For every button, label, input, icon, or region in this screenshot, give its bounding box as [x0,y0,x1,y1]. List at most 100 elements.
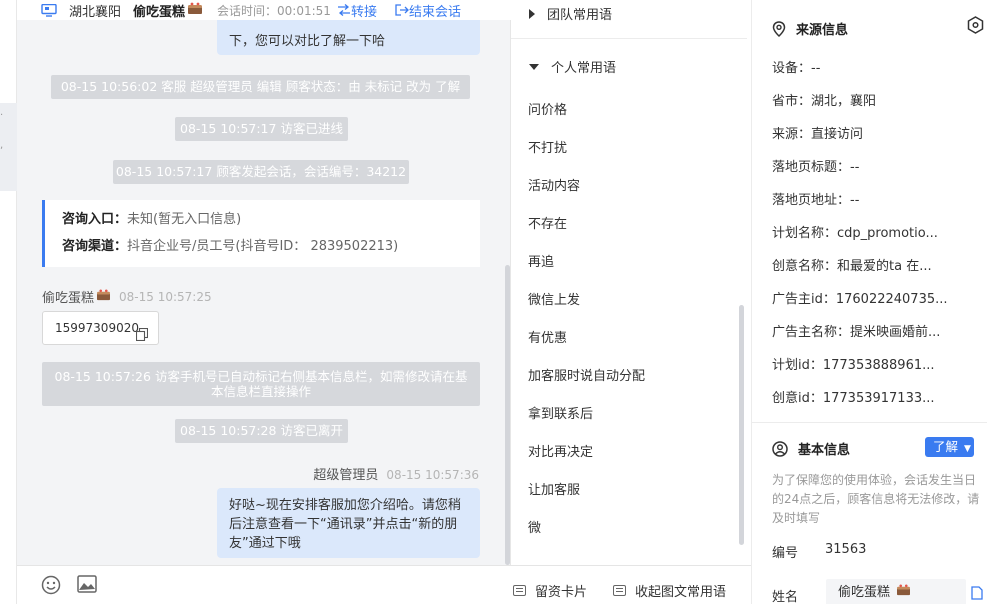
caret-down-icon [529,63,539,70]
phrase-item[interactable]: 微 [528,517,541,536]
copy-icon[interactable] [971,586,983,604]
phrase-item[interactable]: 不打扰 [528,137,567,156]
copy-icon[interactable] [135,321,149,342]
collapse-phrases-button[interactable]: 收起图文常用语 [613,581,726,600]
left-nav-mark-icon: , [0,140,4,151]
divider [511,38,747,39]
source-field-plan-id: 计划id：177353888961... [772,358,935,373]
left-nav-mark-icon: · [0,110,4,121]
system-message: 08-15 10:56:02 客服 超级管理员 编辑 顾客状态：由 未标记 改为… [51,75,470,99]
channel-value: 抖音企业号/员工号(抖音号ID： 2839502213) [127,239,399,254]
end-session-button[interactable]: 结束会话 [395,1,461,20]
entry-value: 未知(暂无入口信息) [127,212,242,227]
cake-emoji-icon [187,1,203,19]
customer-name-label: 姓名 [772,590,799,604]
chat-header: 湖北襄阳 偷吃蛋糕 会话时间：00:01:51 转接 结束会话 [17,0,511,20]
visitor-name: 偷吃蛋糕 [133,4,186,20]
exit-icon [395,4,409,16]
phrase-item[interactable]: 再追 [528,251,554,270]
system-message: 08-15 10:57:26 访客手机号已自动标记右侧基本信息栏，如需修改请在基… [42,362,480,406]
source-field-advertiser-id: 广告主id：176022240735... [772,292,948,307]
visitor-sender-line: 偷吃蛋糕 08-15 10:57:25 [42,287,212,306]
phrase-group-personal[interactable]: 个人常用语 [529,57,616,76]
session-time: 会话时间：00:01:51 [217,3,331,18]
visitor-location: 湖北襄阳 [69,4,122,20]
visitor-phone-text: 15997309020 [55,321,139,335]
user-circle-icon [772,440,788,457]
phrase-item[interactable]: 让加客服 [528,479,580,498]
agent-message-bubble: 好哒~现在安排客服加您介绍哈。请您稍后注意查看一下“通讯录”并点击“新的朋友”通… [217,488,480,558]
phrase-item[interactable]: 微信上发 [528,289,580,308]
system-message: 08-15 10:57:28 访客已离开 [175,419,348,443]
customer-id-value: 31563 [825,542,867,557]
phrase-group-team-label: 团队常用语 [547,8,613,23]
divider [752,422,987,423]
chat-scrollbar[interactable] [505,265,510,565]
source-field-landing-title: 落地页标题：-- [772,160,860,175]
transfer-button[interactable]: 转接 [337,1,377,20]
card-icon [513,585,526,596]
source-field-creative-name: 创意名称：和最爱的ta 在... [772,259,932,274]
phrase-item[interactable]: 不存在 [528,213,567,232]
image-icon[interactable] [77,575,97,597]
phrase-item[interactable]: 问价格 [528,99,567,118]
agent-message-time: 08-15 10:57:36 [386,468,479,482]
monitor-icon [41,3,57,17]
leave-card-button[interactable]: 留资卡片 [513,581,587,600]
customer-info-panel: 来源信息 设备：-- 省市：湖北，襄阳 来源：直接访问 落地页标题：-- 落地页… [752,0,987,604]
customer-name-value: 偷吃蛋糕 [838,585,891,600]
phrases-scrollbar[interactable] [739,305,744,545]
location-pin-icon [772,20,786,37]
emoji-icon[interactable] [41,575,61,599]
system-message: 08-15 10:57:17 访客已进线 [175,117,348,141]
chevron-down-icon: ▼ [964,444,971,454]
customer-name-input[interactable]: 偷吃蛋糕 [826,579,966,604]
transfer-label: 转接 [350,4,377,20]
channel-key: 咨询渠道： [62,239,128,254]
phrase-group-team[interactable]: 团队常用语 [529,4,612,23]
phrase-item[interactable]: 活动内容 [528,175,580,194]
app-root: · , 湖北襄阳 偷吃蛋糕 会话时间：00:01:51 转接 结束会话 下，您可… [0,0,987,604]
phrase-item[interactable]: 有优惠 [528,327,567,346]
source-field-creative-id: 创意id：177353917133... [772,391,935,406]
quick-phrases-panel: 团队常用语 个人常用语 问价格 不打扰 活动内容 不存在 再追 微信上发 有优惠… [511,0,751,604]
system-message: 08-15 10:57:17 顾客发起会话，会话编号：34212 [113,160,409,184]
source-section-title: 来源信息 [772,19,848,38]
cake-emoji-icon [896,584,911,600]
customer-id-label: 编号 [772,546,799,561]
phrase-item[interactable]: 拿到联系后 [528,403,593,422]
leave-card-label: 留资卡片 [535,585,588,600]
transfer-icon [337,4,350,16]
collapse-phrases-label: 收起图文常用语 [635,585,727,600]
source-field-origin: 来源：直接访问 [772,127,864,142]
phrase-item[interactable]: 对比再决定 [528,441,593,460]
customer-status-dropdown[interactable]: 了解 ▼ [925,437,974,457]
card-icon [613,585,626,596]
source-field-device: 设备：-- [772,61,821,76]
cake-emoji-icon [96,288,111,305]
caret-right-icon [529,8,535,19]
source-field-advertiser-name: 广告主名称：提米映画婚前... [772,325,941,340]
source-field-landing-url: 落地页地址：-- [772,193,860,208]
phrase-item[interactable]: 加客服时说自动分配 [528,365,645,384]
end-session-label: 结束会话 [408,4,461,20]
agent-sender-line: 超级管理员 08-15 10:57:36 [313,464,479,483]
source-title-text: 来源信息 [796,23,849,38]
left-nav-stub: · , [0,0,17,604]
visitor-message-time: 08-15 10:57:25 [119,289,212,304]
source-field-plan-name: 计划名称：cdp_promotio... [772,226,938,241]
visitor-phone-message: 15997309020 [42,311,159,345]
basic-info-hint: 为了保障您的使用体验，会话发生当日的24点之后，顾客信息将无法修改，请及时填写 [772,473,980,525]
agent-sender-name: 超级管理员 [313,468,379,483]
phrase-group-personal-label: 个人常用语 [551,61,617,76]
visitor-sender-name: 偷吃蛋糕 [42,291,95,306]
chat-toolbar [17,565,511,604]
basic-title-text: 基本信息 [798,443,851,458]
chat-panel: 湖北襄阳 偷吃蛋糕 会话时间：00:01:51 转接 结束会话 下，您可以对比了… [17,0,511,604]
consult-info-card: 咨询入口：未知(暂无入口信息) 咨询渠道：抖音企业号/员工号(抖音号ID： 28… [42,200,480,267]
basic-section-title: 基本信息 [772,439,850,458]
entry-key: 咨询入口： [62,212,128,227]
source-field-region: 省市：湖北，襄阳 [772,94,877,109]
settings-hexagon-icon[interactable] [967,16,984,38]
agent-message-bubble-previous: 下，您可以对比了解一下哈 [217,20,480,55]
